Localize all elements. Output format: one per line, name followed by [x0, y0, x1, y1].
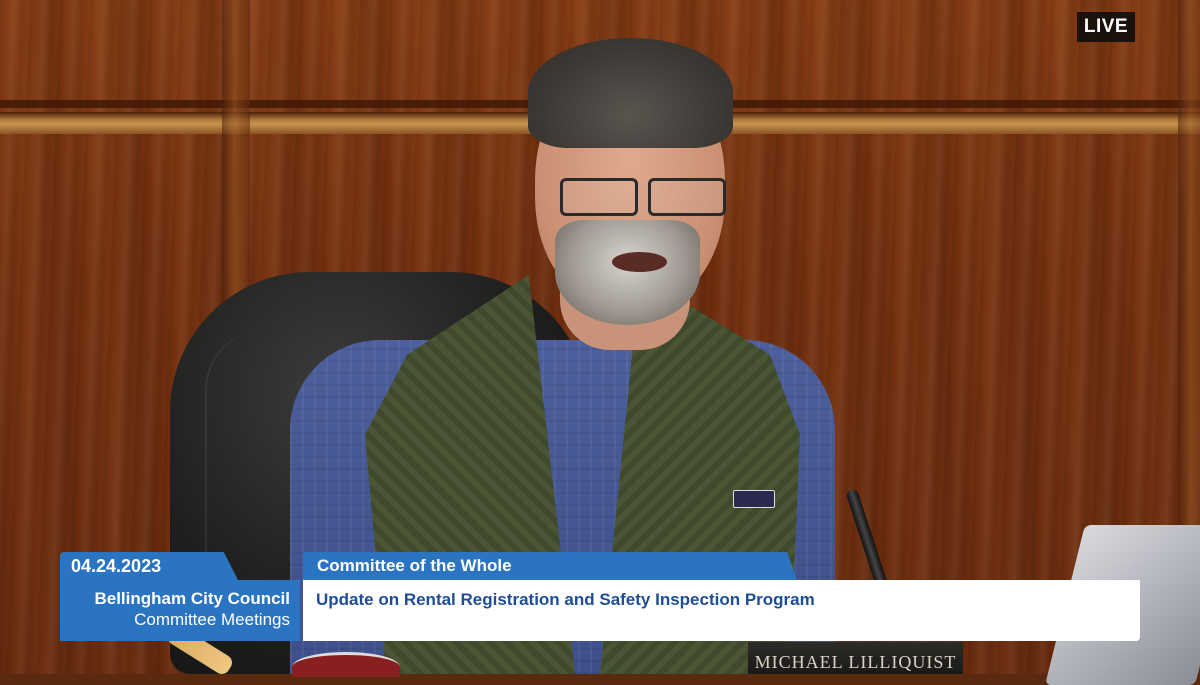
coffee-mug [292, 652, 400, 677]
live-badge: LIVE [1077, 12, 1135, 42]
agenda-topic: Update on Rental Registration and Safety… [303, 580, 1140, 641]
speaker-glasses [560, 176, 726, 216]
glasses-lens-right [648, 178, 726, 216]
organization-name: Bellingham City Council [94, 589, 290, 608]
speaker-mouth [612, 252, 667, 272]
vest-logo-patch [733, 490, 775, 508]
speaker-hair [528, 38, 733, 148]
speaker-beard [555, 220, 700, 325]
glasses-lens-left [560, 178, 638, 216]
organization-subtitle: Committee Meetings [134, 610, 290, 629]
meeting-date: 04.24.2023 [60, 552, 238, 580]
nameplate: MICHAEL LILLIQUIST [748, 642, 963, 674]
meeting-name: Committee of the Whole [303, 552, 797, 580]
organization-box: Bellingham City Council Committee Meetin… [60, 580, 300, 641]
